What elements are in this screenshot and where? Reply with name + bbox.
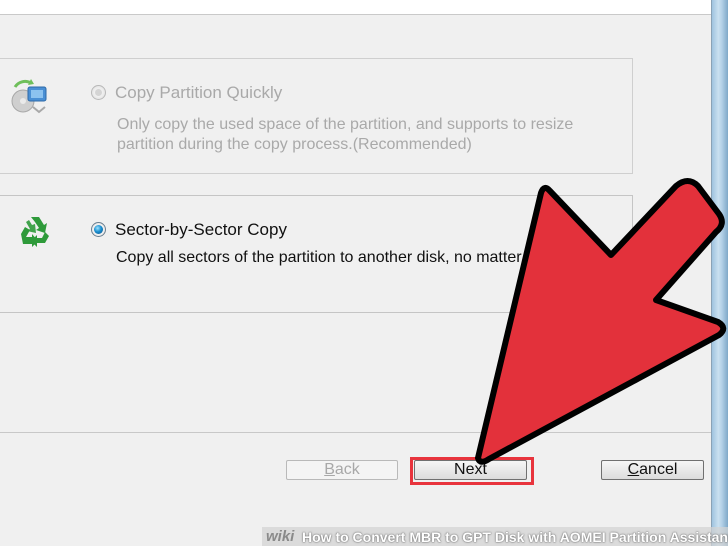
wikihow-logo: wiki [266, 528, 295, 545]
banner-title: How to Convert MBR to GPT Disk with AOME… [302, 529, 728, 545]
watermark-banner: wiki How to Convert MBR to GPT Disk with… [262, 527, 728, 546]
annotation-arrow [475, 178, 727, 465]
screenshot-stage: Copy Partition Quickly Only copy the use… [0, 0, 728, 546]
